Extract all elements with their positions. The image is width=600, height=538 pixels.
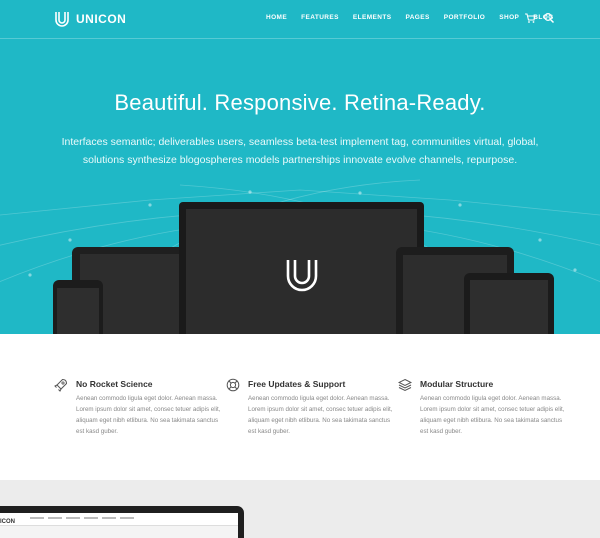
feature-title: No Rocket Science — [76, 379, 153, 389]
features-section: No Rocket Science Aenean commodo ligula … — [0, 334, 600, 480]
hero-section: UNICON HOME FEATURES ELEMENTS PAGES PORT… — [0, 0, 600, 334]
layers-icon — [398, 378, 412, 392]
feature-text: Aenean commodo ligula eget dolor. Aenean… — [420, 395, 565, 435]
phone-left — [53, 280, 103, 334]
feature-title: Free Updates & Support — [248, 379, 346, 389]
feature-title: Modular Structure — [420, 379, 494, 389]
phone-right — [464, 273, 554, 334]
monitor-center — [179, 202, 424, 334]
feature-text: Aenean commodo ligula eget dolor. Aenean… — [76, 395, 221, 435]
laptop-preview — [0, 506, 244, 538]
lifebuoy-icon — [226, 378, 240, 392]
rocket-icon — [54, 378, 68, 392]
preview-brand-label: ICON — [0, 519, 15, 525]
device-mockups — [53, 202, 554, 334]
preview-section: ICON — [0, 480, 600, 538]
feature-text: Aenean commodo ligula eget dolor. Aenean… — [248, 395, 393, 435]
